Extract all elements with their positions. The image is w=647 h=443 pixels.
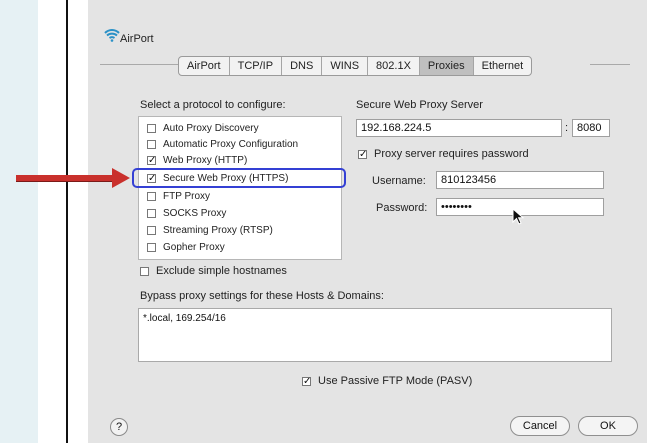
selection-highlight (132, 168, 346, 188)
proxy-port-input[interactable]: 8080 (572, 119, 610, 137)
checkbox[interactable] (147, 123, 156, 133)
tab-proxies[interactable]: Proxies (419, 57, 474, 75)
checkbox[interactable] (147, 139, 156, 149)
tab-airport[interactable]: AirPort (179, 57, 230, 75)
mouse-cursor-icon (512, 208, 525, 225)
protocol-item-ftp[interactable]: FTP Proxy (147, 189, 210, 203)
tab-bar: AirPort TCP/IP DNS WINS 802.1X Proxies E… (178, 56, 533, 76)
checkbox[interactable] (140, 266, 149, 276)
checkbox[interactable] (147, 191, 156, 201)
protocol-item-label: Gopher Proxy (163, 241, 225, 253)
vertical-divider (66, 0, 68, 443)
tab-wins[interactable]: WINS (322, 57, 369, 75)
passive-ftp-option[interactable]: ✓ Use Passive FTP Mode (PASV) (302, 374, 472, 388)
protocol-item-rtsp[interactable]: Streaming Proxy (RTSP) (147, 223, 273, 237)
tab-rule-left (100, 64, 178, 65)
left-pane (0, 0, 38, 443)
protocol-item-auto-config[interactable]: Automatic Proxy Configuration (147, 137, 298, 151)
checkbox-checked[interactable]: ✓ (358, 149, 367, 159)
cancel-button[interactable]: Cancel (510, 416, 570, 436)
protocol-item-label: FTP Proxy (163, 190, 211, 202)
wifi-icon (104, 29, 120, 42)
checkbox[interactable] (147, 242, 156, 252)
pointer-arrow-head (112, 168, 130, 188)
exclude-simple-hostnames-label: Exclude simple hostnames (156, 265, 287, 277)
help-button[interactable]: ? (110, 418, 128, 436)
port-separator: : (565, 122, 569, 134)
ok-button[interactable]: OK (578, 416, 638, 436)
protocol-item-label: Web Proxy (HTTP) (163, 154, 248, 166)
protocol-item-gopher[interactable]: Gopher Proxy (147, 240, 225, 254)
protocol-item-label: Auto Proxy Discovery (163, 122, 259, 134)
tab-ethernet[interactable]: Ethernet (474, 57, 532, 75)
username-input[interactable]: 810123456 (436, 171, 604, 189)
left-gutter (38, 0, 66, 443)
pointer-arrow-shaft (16, 175, 116, 181)
protocol-item-label: Automatic Proxy Configuration (163, 138, 299, 150)
checkbox-checked[interactable]: ✓ (147, 155, 156, 165)
bypass-hosts-textarea[interactable]: *.local, 169.254/16 (138, 308, 612, 362)
requires-password-label: Proxy server requires password (374, 148, 529, 160)
checkbox[interactable] (147, 225, 156, 235)
protocol-item-label: SOCKS Proxy (163, 207, 227, 219)
username-label: Username: (372, 175, 426, 187)
protocol-list: Auto Proxy Discovery Automatic Proxy Con… (138, 116, 342, 260)
protocol-item-auto-discovery[interactable]: Auto Proxy Discovery (147, 121, 259, 135)
protocol-item-label: Streaming Proxy (RTSP) (163, 224, 273, 236)
password-label: Password: (376, 202, 428, 214)
protocol-item-socks[interactable]: SOCKS Proxy (147, 206, 226, 220)
checkbox[interactable] (147, 208, 156, 218)
protocol-label: Select a protocol to configure: (140, 99, 286, 111)
requires-password-option[interactable]: ✓ Proxy server requires password (358, 147, 529, 161)
tab-tcpip[interactable]: TCP/IP (230, 57, 283, 75)
tab-rule-right (590, 64, 630, 65)
proxy-host-input[interactable]: 192.168.224.5 (356, 119, 562, 137)
bypass-hosts-value: *.local, 169.254/16 (143, 313, 226, 324)
protocol-item-web-http[interactable]: ✓ Web Proxy (HTTP) (147, 153, 247, 167)
bypass-label: Bypass proxy settings for these Hosts & … (140, 290, 384, 302)
passive-ftp-label: Use Passive FTP Mode (PASV) (318, 375, 473, 387)
exclude-simple-hostnames-option[interactable]: Exclude simple hostnames (140, 264, 287, 278)
window-title: AirPort (120, 33, 154, 45)
server-label: Secure Web Proxy Server (356, 99, 483, 111)
tab-dns[interactable]: DNS (282, 57, 323, 75)
checkbox-checked[interactable]: ✓ (302, 376, 311, 386)
tab-8021x[interactable]: 802.1X (368, 57, 420, 75)
